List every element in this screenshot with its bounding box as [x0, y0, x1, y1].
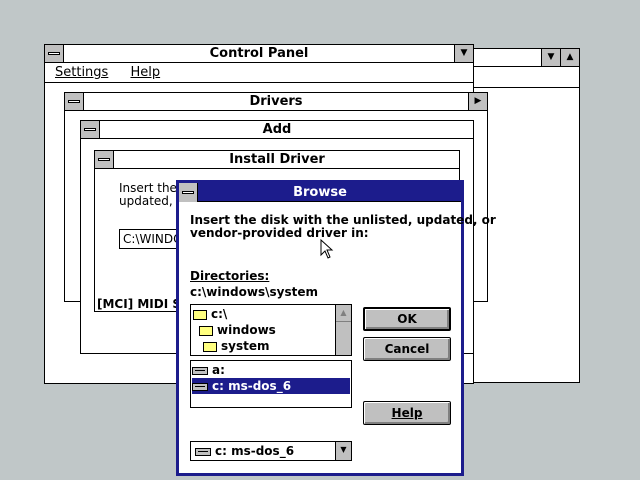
drive-combobox-button[interactable]: ▼ [335, 442, 351, 460]
add-titlebar: Add [81, 121, 473, 139]
install-path-value: C:\WINDO [123, 232, 183, 246]
hard-drive-icon [192, 382, 208, 391]
directory-item[interactable]: c:\ [193, 306, 333, 322]
drive-combobox[interactable]: c: ms-dos_6 ▼ [190, 441, 352, 461]
drive-list[interactable]: a: c: ms-dos_6 [190, 360, 352, 408]
open-folder-icon [199, 325, 213, 336]
add-title: Add [262, 122, 292, 137]
drive-item[interactable]: a: [192, 362, 350, 378]
current-path: c:\windows\system [190, 285, 318, 299]
cancel-button[interactable]: Cancel [363, 337, 451, 361]
floppy-drive-icon [192, 366, 208, 375]
mouse-pointer-icon [320, 239, 334, 259]
system-menu-icon[interactable] [179, 183, 198, 202]
browse-instruction-line2: vendor-provided driver in: [190, 226, 369, 240]
control-panel-titlebar: Control Panel [45, 45, 473, 63]
system-menu-icon[interactable] [81, 121, 100, 138]
directory-scrollbar[interactable]: ▲ [335, 305, 351, 355]
drivers-titlebar: Drivers [65, 93, 487, 111]
open-folder-icon [203, 341, 217, 352]
system-menu-icon[interactable] [65, 93, 84, 110]
browse-instruction-line1: Insert the disk with the unlisted, updat… [190, 213, 496, 227]
ok-button[interactable]: OK [363, 307, 451, 331]
install-text-line1: Insert the [119, 181, 177, 195]
control-panel-title: Control Panel [209, 46, 309, 61]
install-driver-title: Install Driver [229, 152, 325, 167]
scroll-up-icon[interactable]: ▲ [560, 49, 579, 66]
drivers-title: Drivers [249, 94, 303, 109]
scroll-up-icon[interactable]: ▲ [336, 305, 351, 322]
minimize-icon[interactable]: ▼ [454, 45, 473, 62]
install-driver-titlebar: Install Driver [95, 151, 459, 169]
help-button[interactable]: Help [363, 401, 451, 425]
directories-label: Directories: [190, 269, 270, 283]
menu-help[interactable]: Help [130, 63, 160, 83]
system-menu-icon[interactable] [45, 45, 64, 62]
drive-item-selected[interactable]: c: ms-dos_6 [192, 378, 350, 394]
scroll-right-icon[interactable]: ▶ [468, 93, 487, 110]
browse-title: Browse [293, 185, 347, 200]
system-menu-icon[interactable] [95, 151, 114, 168]
control-panel-menubar: Settings Help [45, 63, 473, 83]
divider [471, 87, 579, 88]
scroll-down-icon[interactable]: ▼ [541, 49, 560, 66]
directory-item[interactable]: system [193, 338, 333, 354]
browse-dialog: Browse Insert the disk with the unlisted… [176, 180, 496, 476]
directory-item[interactable]: windows [193, 322, 333, 338]
menu-settings[interactable]: Settings [55, 63, 108, 83]
directory-list[interactable]: c:\ windows system ▲ [190, 304, 352, 356]
chevron-down-icon[interactable]: ▼ [336, 442, 351, 460]
open-folder-icon [193, 309, 207, 320]
browse-titlebar: Browse [179, 183, 461, 202]
hard-drive-icon [195, 447, 211, 456]
drive-combobox-value: c: ms-dos_6 [195, 443, 333, 459]
install-text-line2: updated, o [119, 194, 184, 208]
